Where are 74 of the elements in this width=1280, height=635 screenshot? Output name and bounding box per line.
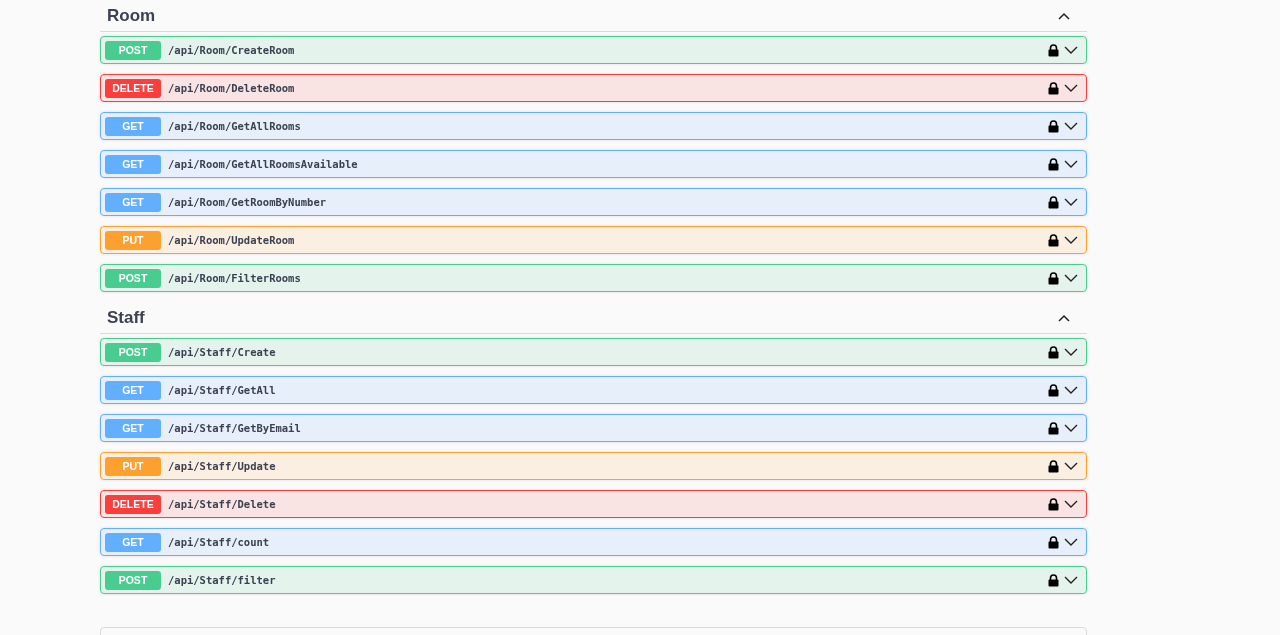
- section-header[interactable]: Staff: [100, 302, 1087, 334]
- section-title: Staff: [107, 307, 145, 328]
- endpoint-path: /api/Staff/Update: [168, 460, 277, 472]
- chevron-down-icon[interactable]: [1064, 499, 1078, 509]
- chevron-down-icon[interactable]: [1064, 537, 1078, 547]
- chevron-down-icon[interactable]: [1064, 423, 1078, 433]
- section-title: Room: [107, 5, 156, 26]
- endpoint-path: /api/Room/GetRoomByNumber: [168, 196, 328, 208]
- chevron-down-icon[interactable]: [1064, 461, 1078, 471]
- chevron-down-icon[interactable]: [1064, 347, 1078, 357]
- chevron-down-icon[interactable]: [1064, 121, 1078, 131]
- method-badge: POST: [105, 342, 161, 362]
- method-badge: GET: [105, 192, 161, 212]
- chevron-down-icon[interactable]: [1064, 575, 1078, 585]
- chevron-down-icon[interactable]: [1064, 385, 1078, 395]
- endpoint-path: /api/Staff/filter: [168, 574, 277, 586]
- lock-icon[interactable]: [1048, 233, 1059, 247]
- method-badge: GET: [105, 116, 161, 136]
- chevron-down-icon[interactable]: [1064, 83, 1078, 93]
- lock-icon[interactable]: [1048, 345, 1059, 359]
- endpoint-row[interactable]: POST /api/Room/CreateRoom: [100, 36, 1087, 64]
- endpoint-path: /api/Staff/GetAll: [168, 384, 277, 396]
- method-badge: POST: [105, 40, 161, 60]
- endpoint-row[interactable]: GET /api/Staff/GetByEmail: [100, 414, 1087, 442]
- chevron-down-icon[interactable]: [1064, 197, 1078, 207]
- method-badge: GET: [105, 418, 161, 438]
- method-badge: POST: [105, 570, 161, 590]
- endpoint-row[interactable]: GET /api/Staff/GetAll: [100, 376, 1087, 404]
- endpoint-path: /api/Staff/GetByEmail: [168, 422, 302, 434]
- chevron-down-icon[interactable]: [1064, 235, 1078, 245]
- endpoint-row[interactable]: POST /api/Staff/filter: [100, 566, 1087, 594]
- endpoint-row[interactable]: DELETE /api/Staff/Delete: [100, 490, 1087, 518]
- lock-icon[interactable]: [1048, 383, 1059, 397]
- endpoint-path: /api/Room/GetAllRoomsAvailable: [168, 158, 359, 170]
- endpoint-row[interactable]: POST /api/Staff/Create: [100, 338, 1087, 366]
- endpoint-row[interactable]: PUT /api/Staff/Update: [100, 452, 1087, 480]
- endpoint-row[interactable]: PUT /api/Room/UpdateRoom: [100, 226, 1087, 254]
- lock-icon[interactable]: [1048, 43, 1059, 57]
- chevron-down-icon[interactable]: [1064, 273, 1078, 283]
- method-badge: GET: [105, 532, 161, 552]
- endpoint-row[interactable]: GET /api/Room/GetAllRoomsAvailable: [100, 150, 1087, 178]
- lock-icon[interactable]: [1048, 421, 1059, 435]
- section-header[interactable]: Room: [100, 0, 1087, 32]
- lock-icon[interactable]: [1048, 535, 1059, 549]
- chevron-down-icon[interactable]: [1064, 45, 1078, 55]
- endpoint-path: /api/Room/DeleteRoom: [168, 82, 296, 94]
- endpoint-path: /api/Staff/Delete: [168, 498, 277, 510]
- method-badge: GET: [105, 154, 161, 174]
- lock-icon[interactable]: [1048, 119, 1059, 133]
- endpoint-row[interactable]: POST /api/Room/FilterRooms: [100, 264, 1087, 292]
- method-badge: GET: [105, 380, 161, 400]
- lock-icon[interactable]: [1048, 271, 1059, 285]
- endpoint-row[interactable]: GET /api/Room/GetRoomByNumber: [100, 188, 1087, 216]
- endpoint-path: /api/Room/UpdateRoom: [168, 234, 296, 246]
- lock-icon[interactable]: [1048, 157, 1059, 171]
- lock-icon[interactable]: [1048, 497, 1059, 511]
- endpoint-path: /api/Room/CreateRoom: [168, 44, 296, 56]
- endpoint-path: /api/Staff/count: [168, 536, 271, 548]
- endpoint-row[interactable]: DELETE /api/Room/DeleteRoom: [100, 74, 1087, 102]
- endpoint-path: /api/Room/GetAllRooms: [168, 120, 302, 132]
- lock-icon[interactable]: [1048, 81, 1059, 95]
- method-badge: PUT: [105, 456, 161, 476]
- method-badge: PUT: [105, 230, 161, 250]
- endpoint-row[interactable]: GET /api/Staff/count: [100, 528, 1087, 556]
- lock-icon[interactable]: [1048, 573, 1059, 587]
- lock-icon[interactable]: [1048, 195, 1059, 209]
- method-badge: DELETE: [105, 494, 161, 514]
- lock-icon[interactable]: [1048, 459, 1059, 473]
- chevron-down-icon[interactable]: [1064, 159, 1078, 169]
- endpoint-row[interactable]: GET /api/Room/GetAllRooms: [100, 112, 1087, 140]
- method-badge: DELETE: [105, 78, 161, 98]
- method-badge: POST: [105, 268, 161, 288]
- endpoint-path: /api/Room/FilterRooms: [168, 272, 302, 284]
- endpoint-path: /api/Staff/Create: [168, 346, 277, 358]
